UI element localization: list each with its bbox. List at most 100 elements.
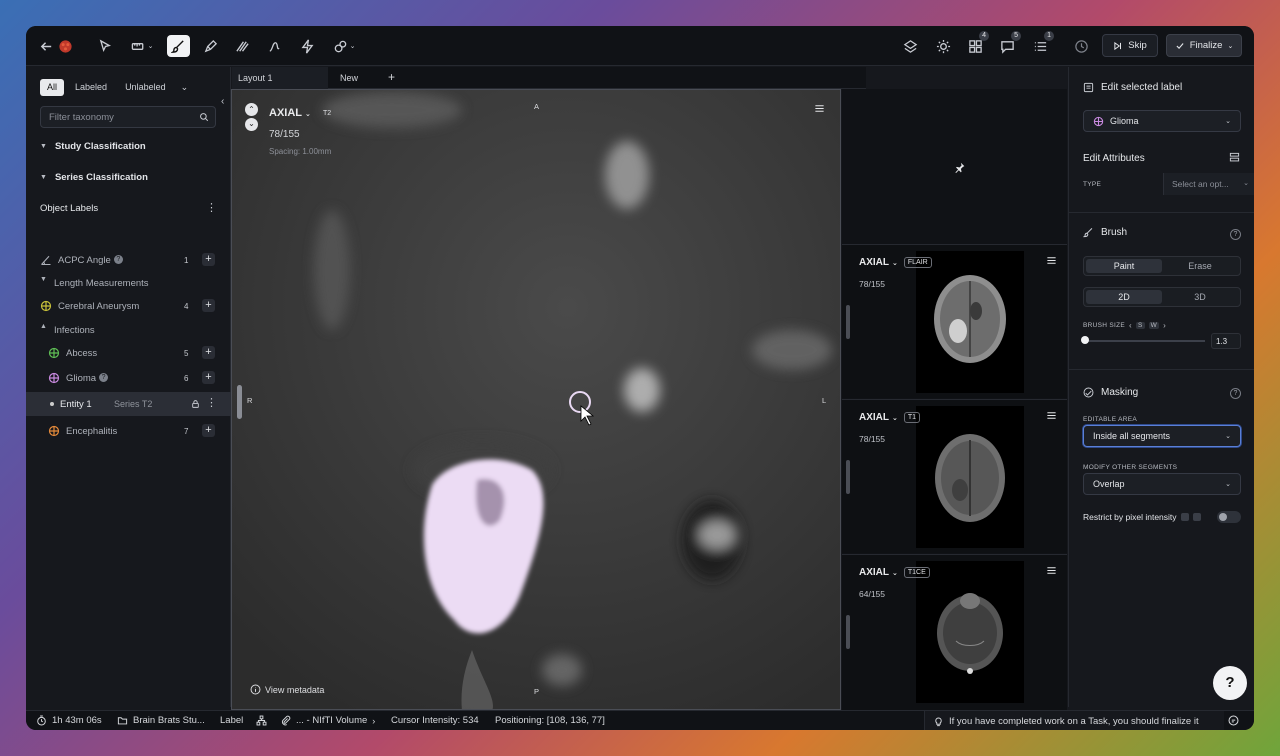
edit-attributes-title: Edit Attributes (1083, 153, 1145, 164)
sidebar-item-entity-1[interactable]: Entity 1 Series T2 ⋮ (26, 392, 231, 416)
segmentation-icon (1093, 116, 1104, 126)
select-pointer-icon[interactable] (96, 35, 114, 57)
multi-brush-icon[interactable] (233, 35, 251, 57)
brightness-icon[interactable] (934, 35, 952, 57)
add-instance-button[interactable]: + (202, 424, 215, 437)
brush-2d-button[interactable]: 2D (1086, 290, 1162, 304)
back-arrow-icon[interactable] (38, 35, 54, 57)
taxonomy-search-input[interactable]: Filter taxonomy (40, 106, 216, 128)
restrict-intensity-toggle[interactable] (1217, 511, 1241, 523)
hierarchy-icon[interactable] (256, 715, 267, 726)
restrict-intensity-row: Restrict by pixel intensity (1083, 512, 1201, 522)
mini-viewport-t1[interactable]: AXIAL ⌄ T1 78/155 (842, 399, 1067, 553)
viewport-menu-icon[interactable] (814, 103, 825, 117)
sidebar-item-acpc-angle[interactable]: ACPC Angle? 1 + (26, 249, 231, 271)
cursor-intensity: Cursor Intensity: 534 (391, 715, 479, 726)
history-clock-icon[interactable] (1072, 35, 1090, 57)
finalize-button[interactable]: Finalize ⌄ (1166, 34, 1242, 57)
lightning-tool-icon[interactable] (298, 35, 316, 57)
sidebar-item-cerebral-aneurysm[interactable]: Cerebral Aneurysm 4 + (26, 295, 231, 317)
filter-unlabeled-tab[interactable]: Unlabeled (118, 79, 173, 96)
collapse-left-icon[interactable]: ‹ (221, 96, 224, 107)
sidebar-item-infections[interactable]: ▲ Infections (26, 319, 231, 341)
divider (1069, 212, 1254, 213)
viewport-plane-title[interactable]: AXIAL ⌄ T2 (269, 107, 334, 119)
slice-up-button[interactable]: ⌃ (245, 103, 258, 116)
skip-button[interactable]: Skip (1102, 34, 1158, 57)
task-list-icon[interactable]: 1 (1031, 31, 1054, 57)
entity-more-icon[interactable]: ⋮ (206, 396, 217, 409)
brush-help-icon[interactable]: ? (1230, 229, 1241, 240)
sidebar-item-abcess[interactable]: Abcess 5 + (26, 342, 231, 364)
object-labels-more-icon[interactable]: ⋮ (206, 201, 217, 214)
lock-icon[interactable] (191, 399, 200, 409)
main-mri-viewport[interactable]: ⌃ ⌄ AXIAL ⌄ T2 78/155 Spacing: 1.00mm A P… (231, 89, 841, 710)
comments-icon[interactable]: 5 (998, 31, 1021, 57)
mini-title[interactable]: AXIAL ⌄ T1 (859, 412, 921, 423)
add-instance-button[interactable]: + (202, 253, 215, 266)
search-icon (200, 113, 209, 122)
mini-menu-icon[interactable] (1046, 565, 1057, 579)
mini-resize-handle[interactable] (846, 615, 850, 649)
viewport-resize-handle[interactable] (237, 385, 242, 419)
view-metadata-link[interactable]: View metadata (250, 684, 324, 695)
brush-size-key: W (1148, 322, 1160, 329)
selected-label-dropdown[interactable]: Glioma ⌄ (1083, 110, 1241, 132)
pen-tool-icon[interactable] (201, 35, 219, 57)
sidebar-item-label: Encephalitis (66, 425, 118, 437)
project-breadcrumb[interactable]: Brain Brats Stu... (117, 715, 205, 726)
attributes-stack-icon[interactable] (1229, 152, 1240, 166)
collapse-all-icon[interactable]: ⌄ (177, 79, 193, 96)
filter-all-tab[interactable]: All (40, 79, 65, 96)
link-tool-icon[interactable]: ⌄ (330, 35, 358, 57)
tab-layout-1[interactable]: Layout 1 (232, 67, 328, 89)
label-breadcrumb[interactable]: Label (220, 715, 243, 726)
pin-icon[interactable] (954, 162, 965, 176)
brush-size-slider-track[interactable] (1083, 340, 1205, 342)
slice-down-button[interactable]: ⌄ (245, 118, 258, 131)
study-classification-section[interactable]: ▼ Study Classification (40, 141, 146, 152)
modify-other-dropdown[interactable]: Overlap ⌄ (1083, 473, 1241, 495)
brush-size-input[interactable]: 1.3 (1211, 333, 1241, 349)
filter-labeled-tab[interactable]: Labeled (68, 79, 114, 96)
add-instance-button[interactable]: + (202, 299, 215, 312)
status-bar: 1h 43m 06s Brain Brats Stu... Label ... … (26, 710, 1254, 730)
brush-size-slider-thumb[interactable] (1081, 336, 1089, 344)
entity-series: Series T2 (114, 399, 153, 409)
mini-resize-handle[interactable] (846, 460, 850, 494)
brush-3d-button[interactable]: 3D (1162, 290, 1238, 304)
mini-title[interactable]: AXIAL ⌄ FLAIR (859, 257, 932, 268)
add-instance-button[interactable]: + (202, 371, 215, 384)
tab-new[interactable]: New (334, 67, 374, 89)
brush-tool-icon[interactable] (167, 35, 190, 57)
mini-title[interactable]: AXIAL ⌄ T1CE (859, 567, 930, 578)
spline-tool-icon[interactable] (265, 35, 283, 57)
series-classification-section[interactable]: ▼ Series Classification (40, 172, 148, 183)
help-fab-button[interactable]: ? (1213, 666, 1247, 700)
segmentation-icon (48, 372, 60, 384)
finalize-hint-text: If you have completed work on a Task, yo… (949, 715, 1199, 727)
paint-mode-button[interactable]: Paint (1086, 259, 1162, 273)
mini-resize-handle[interactable] (846, 305, 850, 339)
sidebar-item-encephalitis[interactable]: Encephalitis 7 + (26, 420, 231, 442)
mini-menu-icon[interactable] (1046, 410, 1057, 424)
chat-icon[interactable] (1228, 715, 1239, 726)
type-attribute-select[interactable]: Select an opt... ⌄ (1163, 173, 1254, 195)
sidebar-item-label: Cerebral Aneurysm (58, 300, 140, 312)
ruler-tool-icon[interactable]: ⌄ (128, 35, 156, 57)
mini-viewport-t1ce[interactable]: AXIAL ⌄ T1CE 64/155 (842, 554, 1067, 710)
masking-help-icon[interactable]: ? (1230, 388, 1241, 399)
palette-icon[interactable] (901, 35, 919, 57)
mini-menu-icon[interactable] (1046, 255, 1057, 269)
add-instance-button[interactable]: + (202, 346, 215, 359)
item-count: 1 (184, 255, 189, 265)
editable-area-dropdown[interactable]: Inside all segments ⌄ (1083, 425, 1241, 447)
add-tab-icon[interactable]: + (382, 67, 402, 89)
mini-viewport-flair[interactable]: AXIAL ⌄ FLAIR 78/155 (842, 244, 1067, 398)
layers-icon[interactable]: 4 (966, 31, 989, 57)
erase-mode-button[interactable]: Erase (1162, 259, 1238, 273)
sidebar-item-length-measurements[interactable]: ▼ Length Measurements (26, 272, 231, 294)
volume-breadcrumb[interactable]: ... - NIfTI Volume › (280, 715, 375, 726)
layout-tabs: Layout 1 New + (232, 67, 866, 89)
sidebar-item-glioma[interactable]: Glioma? 6 + (26, 367, 231, 389)
